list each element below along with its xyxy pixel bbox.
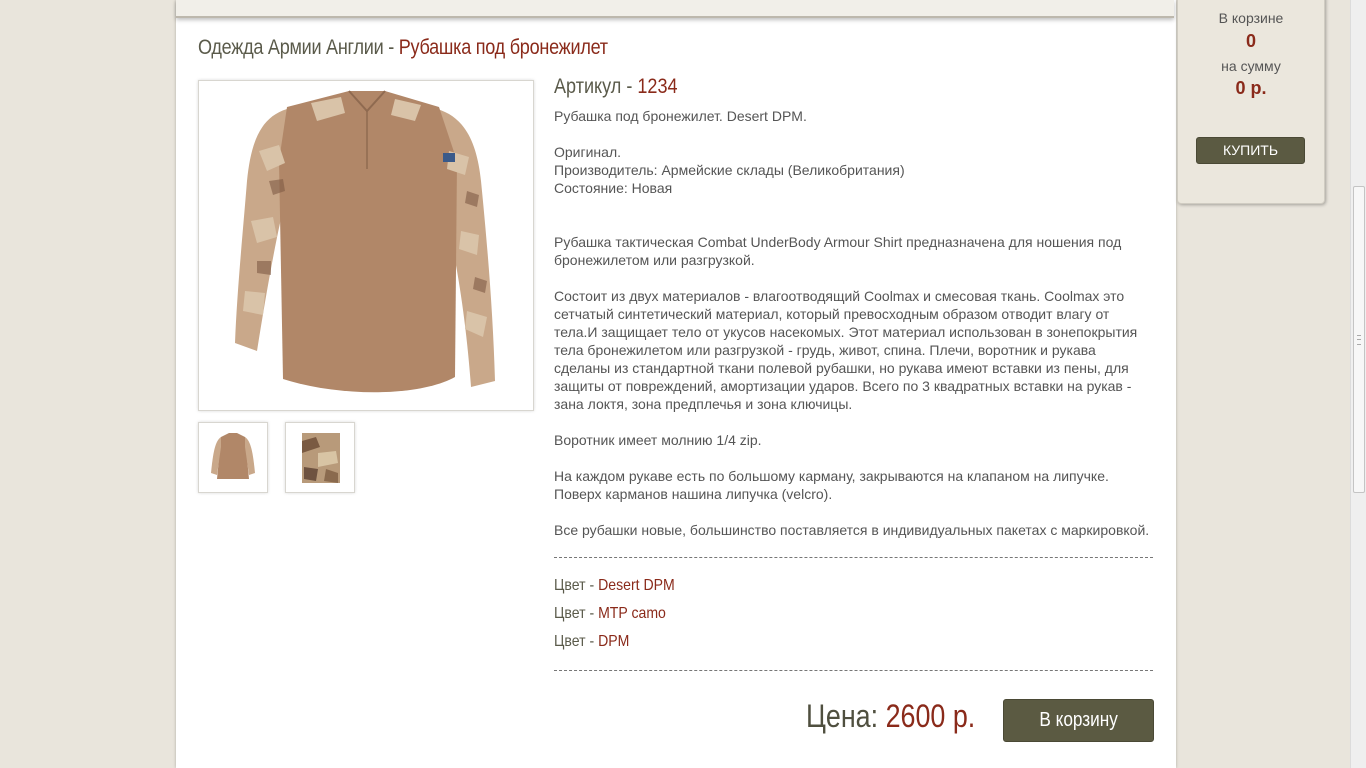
cart-sum-label: на сумму <box>1221 58 1281 74</box>
scrollbar-grip-icon <box>1357 335 1361 345</box>
product-thumbnail-2[interactable] <box>285 422 355 493</box>
breadcrumb-current: Рубашка под бронежилет <box>398 36 608 59</box>
sku-separator: - <box>621 75 638 98</box>
price-value: 2600 р. <box>885 698 976 734</box>
add-to-cart-button[interactable]: В корзину <box>1003 699 1154 742</box>
divider <box>554 670 1153 671</box>
description-line: Состояние: Новая <box>554 180 673 196</box>
content-panel: Одежда Армии Англии - Рубашка под бронеж… <box>176 0 1176 768</box>
description-paragraph: Рубашка тактическая Combat UnderBody Arm… <box>554 234 1122 268</box>
buy-button[interactable]: КУПИТЬ <box>1196 137 1305 164</box>
sku-value: 1234 <box>637 75 678 98</box>
sku-label: Артикул <box>554 75 622 98</box>
camo-thumbnail-image <box>302 433 340 483</box>
scrollbar-thumb[interactable] <box>1353 186 1365 493</box>
product-main-image[interactable] <box>198 80 534 411</box>
color-value: DPM <box>598 633 630 650</box>
product-info: Артикул - 1234 Рубашка под бронежилет. D… <box>554 75 1154 671</box>
color-value: Desert DPM <box>598 577 675 594</box>
description-paragraph: Рубашка под бронежилет. Desert DPM. <box>554 108 807 124</box>
description-paragraph: На каждом рукаве есть по большому карман… <box>554 468 1109 502</box>
description-line: Производитель: Армейские склады (Великоб… <box>554 162 905 178</box>
top-bar <box>176 0 1174 18</box>
shirt-thumbnail-image <box>211 433 255 479</box>
cart-widget: В корзине 0 на сумму 0 р. КУПИТЬ <box>1177 0 1325 204</box>
breadcrumb: Одежда Армии Англии - Рубашка под бронеж… <box>198 36 608 60</box>
color-option[interactable]: Цвет - DPM <box>554 632 1082 660</box>
price-label: Цена: <box>806 698 886 734</box>
color-value: MTP camo <box>598 605 666 622</box>
shirt-image <box>235 90 495 393</box>
breadcrumb-category-link[interactable]: Одежда Армии Англии <box>198 36 384 59</box>
color-option[interactable]: Цвет - MTP camo <box>554 604 1082 632</box>
product-thumbnail-1[interactable] <box>198 422 268 493</box>
description-line: Оригинал. <box>554 144 621 160</box>
cart-count-label: В корзине <box>1218 10 1284 26</box>
cart-sum: 0 р. <box>1235 78 1267 98</box>
description-paragraph: Состоит из двух материалов - влагоотводя… <box>554 288 1138 412</box>
description-paragraph: Воротник имеет молнию 1/4 zip. <box>554 432 762 448</box>
cart-count: 0 <box>1245 31 1256 51</box>
product-sku: Артикул - 1234 <box>554 75 1070 99</box>
vertical-scrollbar[interactable] <box>1350 0 1366 768</box>
description-paragraph: Все рубашки новые, большинство поставляе… <box>554 522 1150 538</box>
breadcrumb-separator: - <box>383 36 399 59</box>
color-list: Цвет - Desert DPM Цвет - MTP camo Цвет -… <box>554 558 1154 670</box>
product-price: Цена: 2600 р. <box>806 698 975 735</box>
product-description: Рубашка под бронежилет. Desert DPM. Ориг… <box>554 107 1154 539</box>
color-option[interactable]: Цвет - Desert DPM <box>554 576 1082 604</box>
